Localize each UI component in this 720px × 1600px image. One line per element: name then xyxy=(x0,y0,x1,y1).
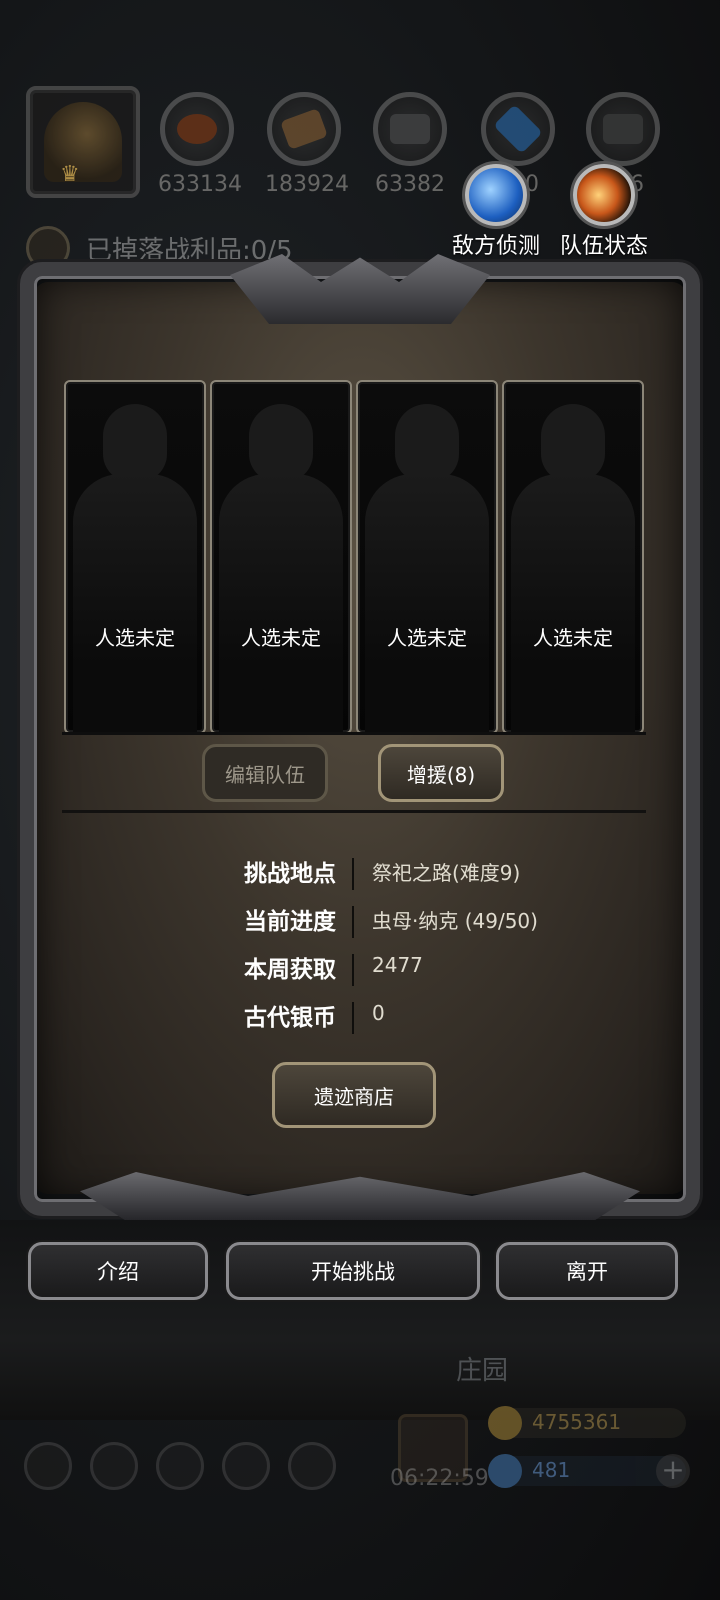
team-slots: 人选未定 人选未定 人选未定 人选未定 xyxy=(64,380,644,734)
handshake-icon xyxy=(288,1442,336,1490)
resource-value: 183924 xyxy=(265,172,349,197)
silhouette-icon xyxy=(249,404,313,482)
gift-timer: 06:22:59 xyxy=(390,1466,489,1491)
gold-value: 4755361 xyxy=(532,1410,622,1434)
player-avatar[interactable]: ♛ xyxy=(26,86,140,198)
reinforce-button[interactable]: 增援(8) xyxy=(378,744,504,802)
panel-bottom-ornament xyxy=(80,1172,640,1220)
silhouette-body xyxy=(365,474,489,732)
resource-wood[interactable]: 183924 xyxy=(265,92,349,197)
medal-icon xyxy=(90,1442,138,1490)
gold-currency: 4755361 xyxy=(488,1406,686,1440)
info-row-location: 挑战地点 祭祀之路(难度9) xyxy=(0,854,720,894)
gem-icon xyxy=(488,1454,522,1488)
edit-team-button[interactable]: 编辑队伍 xyxy=(202,744,328,802)
info-separator xyxy=(352,906,354,938)
silhouette-icon xyxy=(541,404,605,482)
slot-label: 人选未定 xyxy=(95,626,175,650)
info-row-progress: 当前进度 虫母·纳克 (49/50) xyxy=(0,902,720,942)
info-value: 2477 xyxy=(372,953,423,977)
info-row-silver: 古代银币 0 xyxy=(0,998,720,1038)
blue-orb-icon xyxy=(465,164,527,226)
info-separator xyxy=(352,858,354,890)
info-value: 祭祀之路(难度9) xyxy=(372,861,521,885)
enemy-scout-label: 敌方侦测 xyxy=(451,234,540,259)
info-separator xyxy=(352,954,354,986)
add-currency-icon: + xyxy=(656,1454,690,1488)
gold-coin-icon xyxy=(488,1406,522,1440)
info-key: 挑战地点 xyxy=(244,861,336,887)
hooded-figure-icon xyxy=(44,102,122,182)
silhouette-body xyxy=(219,474,343,732)
silhouette-icon xyxy=(103,404,167,482)
trophy-icon: ♛ xyxy=(60,162,80,187)
slot-label: 人选未定 xyxy=(533,626,613,650)
meat-icon xyxy=(160,92,234,166)
resource-value: 63382 xyxy=(375,172,445,197)
team-status-button[interactable]: 队伍状态 xyxy=(554,164,654,260)
loot-counter-text: 已掉落战利品:0/5 xyxy=(86,235,293,266)
banner-icon xyxy=(156,1442,204,1490)
resource-meat[interactable]: 633134 xyxy=(158,92,242,197)
stone-icon xyxy=(373,92,447,166)
leave-button[interactable]: 离开 xyxy=(496,1242,678,1300)
mail-icon xyxy=(222,1442,270,1490)
fire-orb-icon xyxy=(573,164,635,226)
info-row-weekly: 本周获取 2477 xyxy=(0,950,720,990)
team-slot[interactable]: 人选未定 xyxy=(64,380,206,734)
iron-icon xyxy=(586,92,660,166)
slot-label: 人选未定 xyxy=(241,626,321,650)
team-slot[interactable]: 人选未定 xyxy=(210,380,352,734)
info-value: 虫母·纳克 (49/50) xyxy=(372,909,538,933)
silhouette-icon xyxy=(395,404,459,482)
ruins-shop-button[interactable]: 遗迹商店 xyxy=(272,1062,436,1128)
slots-divider xyxy=(62,732,646,735)
silhouette-body xyxy=(73,474,197,732)
info-key: 当前进度 xyxy=(244,909,336,935)
intro-button[interactable]: 介绍 xyxy=(28,1242,208,1300)
panel-crest-ornament xyxy=(230,254,490,324)
resource-stone[interactable]: 63382 xyxy=(371,92,449,197)
team-slot[interactable]: 人选未定 xyxy=(356,380,498,734)
team-slot[interactable]: 人选未定 xyxy=(502,380,644,734)
slot-label: 人选未定 xyxy=(387,626,467,650)
crystal-icon xyxy=(481,92,555,166)
info-value: 0 xyxy=(372,1001,385,1025)
silhouette-body xyxy=(511,474,635,732)
section-divider xyxy=(62,810,646,813)
gem-value: 481 xyxy=(532,1458,571,1482)
resource-value: 633134 xyxy=(158,172,242,197)
enemy-scout-button[interactable]: 敌方侦测 xyxy=(446,164,546,260)
info-key: 古代银币 xyxy=(244,1005,336,1031)
manor-label: 庄园 xyxy=(456,1356,509,1386)
start-challenge-button[interactable]: 开始挑战 xyxy=(226,1242,480,1300)
team-status-label: 队伍状态 xyxy=(559,234,648,259)
info-separator xyxy=(352,1002,354,1034)
wood-icon xyxy=(267,92,341,166)
settings-gear-icon xyxy=(24,1442,72,1490)
info-key: 本周获取 xyxy=(244,957,336,983)
